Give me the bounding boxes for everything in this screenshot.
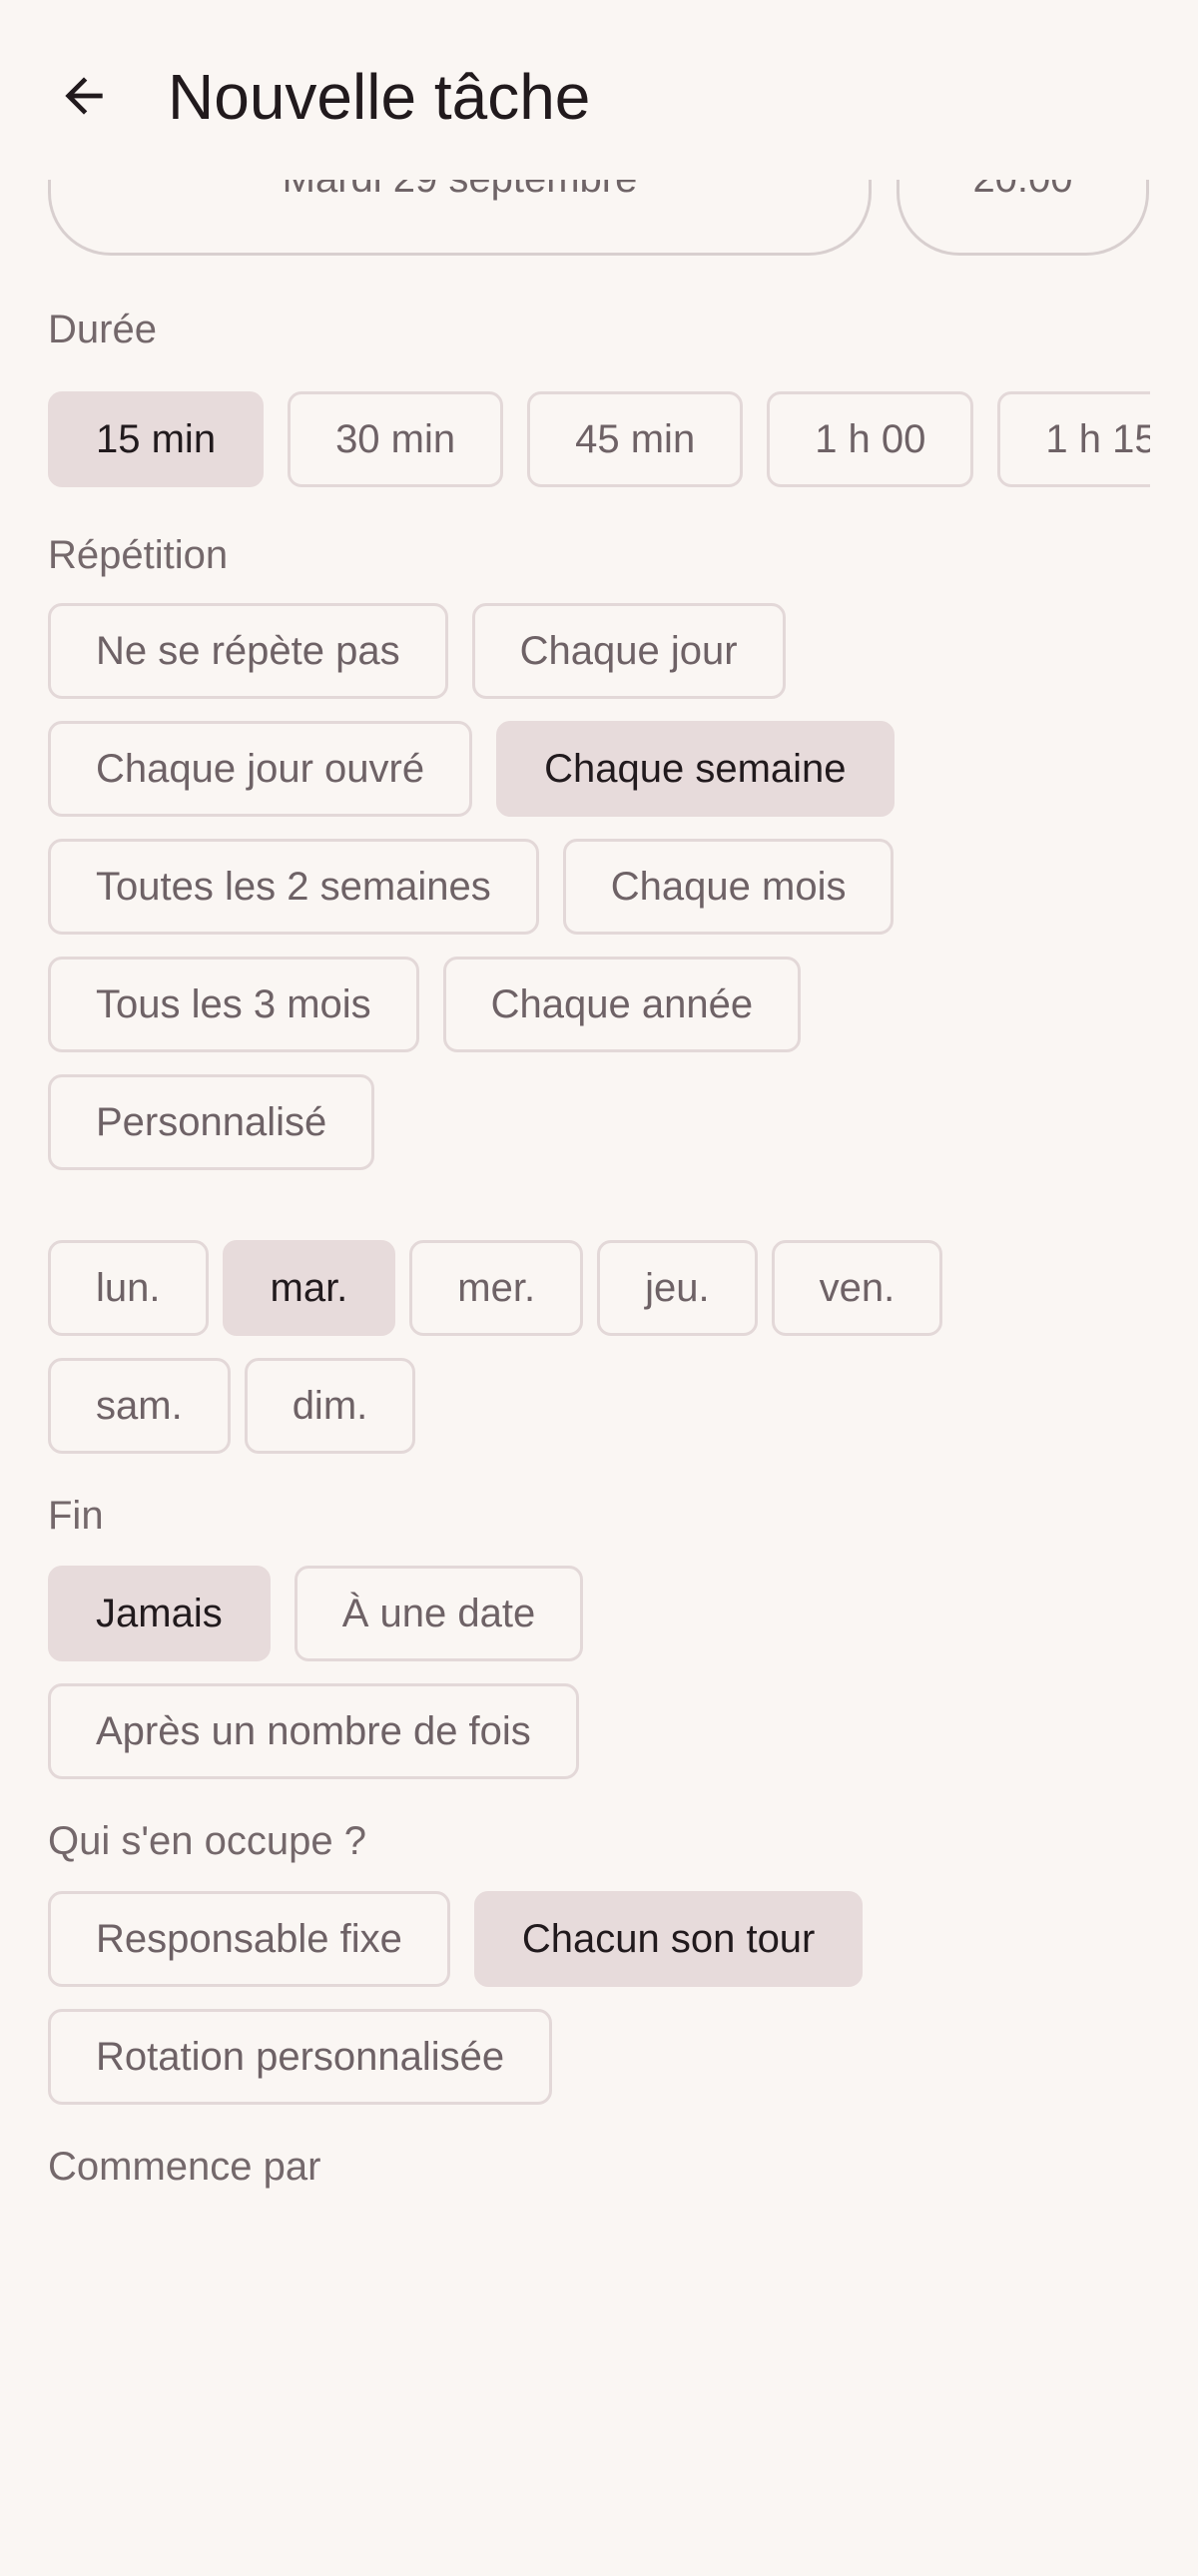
duration-chips: 15 min 30 min 45 min 1 h 00 1 h 15 [48, 391, 1150, 487]
assignee-label: Qui s'en occupe ? [48, 1819, 366, 1863]
repetition-row-2: Chaque jour ouvré Chaque semaine [48, 721, 1150, 817]
chip-assignee-fixed[interactable]: Responsable fixe [48, 1891, 450, 1987]
weekday-row-1: lun. mar. mer. jeu. ven. [48, 1240, 1150, 1336]
chip-repeat-none[interactable]: Ne se répète pas [48, 603, 448, 699]
chip-repeat-yearly[interactable]: Chaque année [442, 957, 802, 1052]
arrow-back-icon [65, 77, 103, 115]
chip-repeat-biweekly[interactable]: Toutes les 2 semaines [48, 839, 539, 935]
repetition-label: Répétition [48, 533, 229, 577]
weekday-row-2: sam. dim. [48, 1358, 1150, 1454]
page-title: Nouvelle tâche [168, 61, 591, 133]
end-label: Fin [48, 1494, 104, 1538]
chip-assignee-turns[interactable]: Chacun son tour [473, 1891, 864, 1987]
chip-day-wed[interactable]: mer. [409, 1240, 584, 1336]
chip-repeat-quarterly[interactable]: Tous les 3 mois [48, 957, 419, 1052]
repetition-row-4: Tous les 3 mois Chaque année [48, 957, 1150, 1052]
chip-duration-15[interactable]: 15 min [48, 391, 265, 487]
task-form: Durée 15 min 30 min 45 min 1 h 00 1 h 15… [48, 290, 1150, 2207]
duration-label: Durée [48, 308, 157, 351]
chip-repeat-weekly[interactable]: Chaque semaine [496, 721, 895, 817]
chip-repeat-daily[interactable]: Chaque jour [471, 603, 786, 699]
chip-duration-60[interactable]: 1 h 00 [767, 391, 974, 487]
chip-day-sat[interactable]: sam. [48, 1358, 231, 1454]
chip-end-date[interactable]: À une date [294, 1566, 584, 1661]
end-row-2: Après un nombre de fois [48, 1683, 1150, 1779]
chip-repeat-weekdays[interactable]: Chaque jour ouvré [48, 721, 473, 817]
chip-day-thu[interactable]: jeu. [597, 1240, 758, 1336]
chip-assignee-custom[interactable]: Rotation personnalisée [48, 2009, 553, 2105]
chip-repeat-monthly[interactable]: Chaque mois [562, 839, 895, 935]
repetition-row-3: Toutes les 2 semaines Chaque mois [48, 839, 1150, 935]
back-button[interactable] [38, 50, 130, 142]
chip-day-tue[interactable]: mar. [222, 1240, 396, 1336]
chip-end-never[interactable]: Jamais [48, 1566, 271, 1661]
chip-duration-45[interactable]: 45 min [527, 391, 744, 487]
repetition-row-1: Ne se répète pas Chaque jour [48, 603, 1150, 699]
chip-day-mon[interactable]: lun. [48, 1240, 209, 1336]
app-bar: Nouvelle tâche [0, 0, 1198, 180]
chip-day-fri[interactable]: ven. [771, 1240, 943, 1336]
assignee-row-1: Responsable fixe Chacun son tour [48, 1891, 1150, 1987]
chip-duration-75[interactable]: 1 h 15 [997, 391, 1150, 487]
assignee-row-2: Rotation personnalisée [48, 2009, 1150, 2105]
chip-end-count[interactable]: Après un nombre de fois [48, 1683, 579, 1779]
starts-with-label: Commence par [48, 2145, 321, 2189]
chip-day-sun[interactable]: dim. [244, 1358, 416, 1454]
chip-repeat-custom[interactable]: Personnalisé [48, 1074, 375, 1170]
chip-duration-30[interactable]: 30 min [288, 391, 504, 487]
end-row-1: Jamais À une date [48, 1566, 1150, 1661]
repetition-row-5: Personnalisé [48, 1074, 1150, 1170]
